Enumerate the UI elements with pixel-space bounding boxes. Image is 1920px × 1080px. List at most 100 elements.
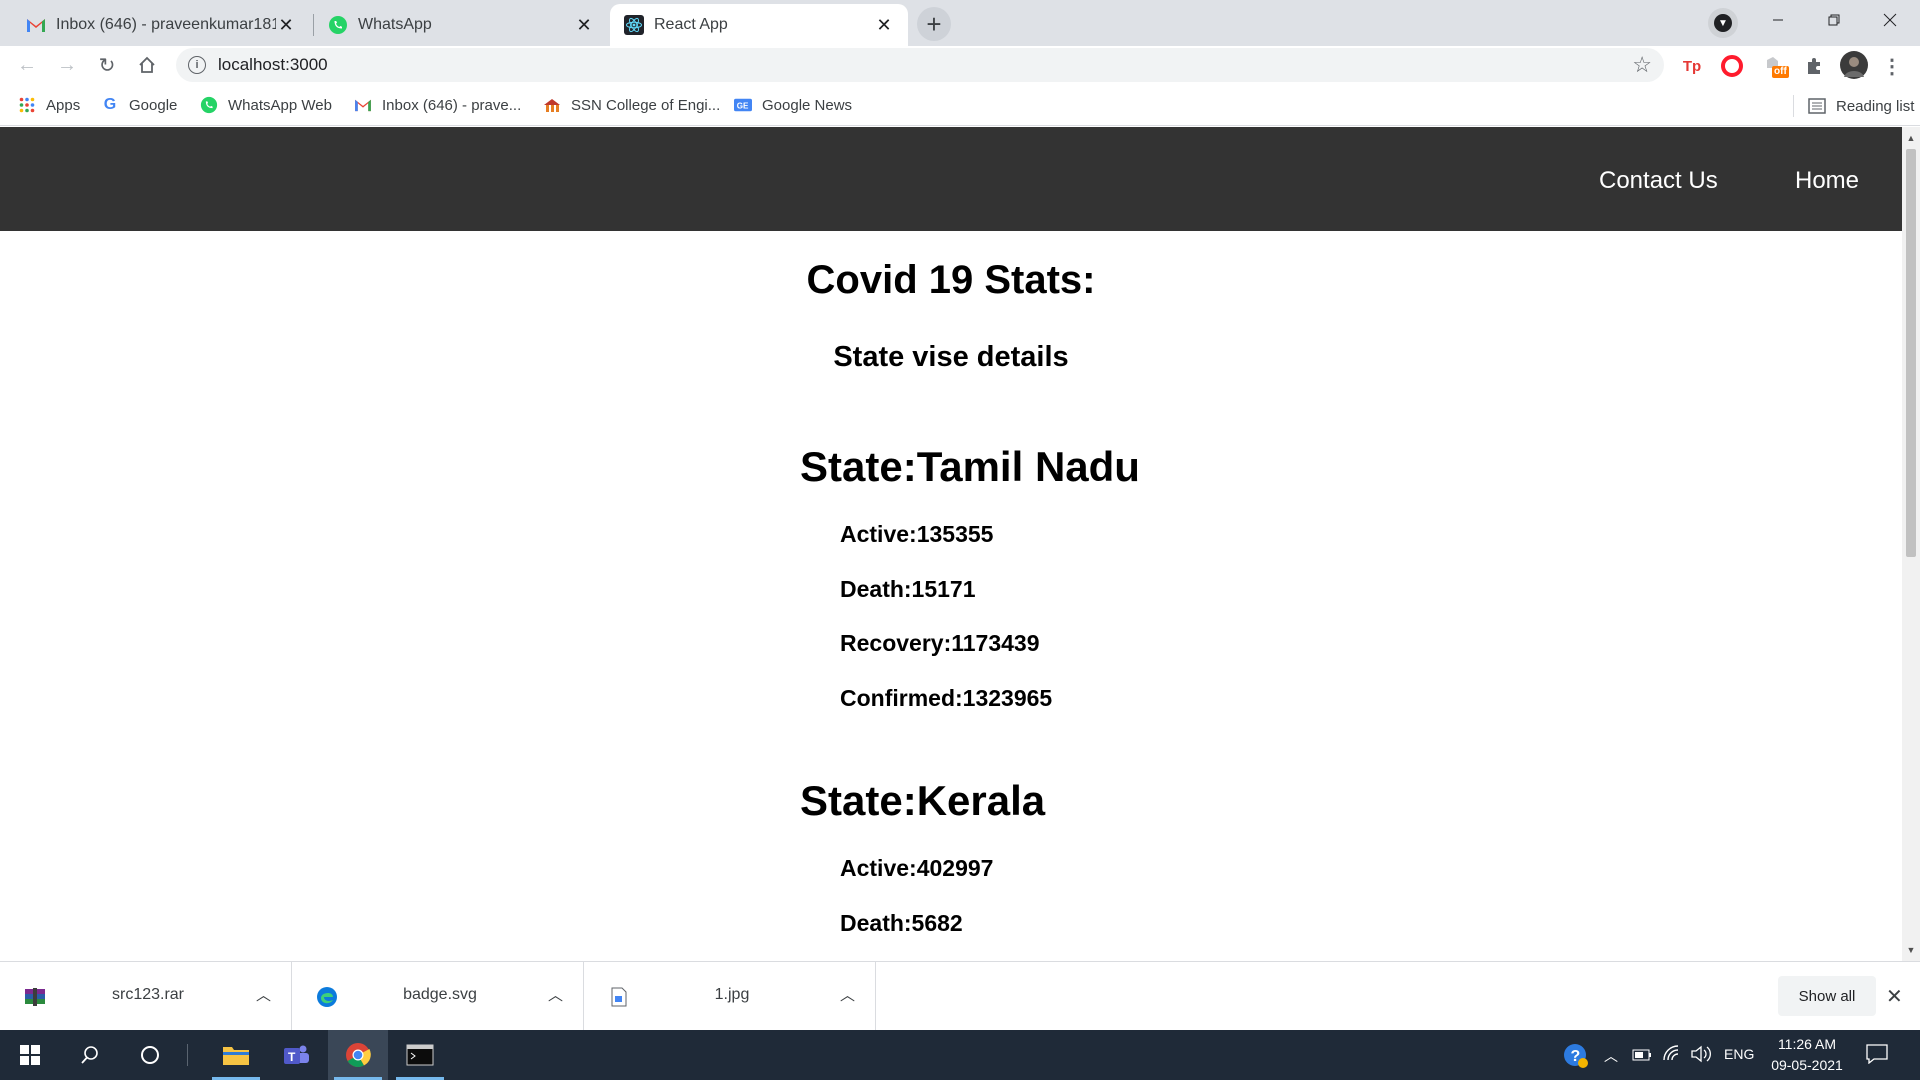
tab-gmail[interactable]: Inbox (646) - praveenkumar1811 ✕: [12, 4, 310, 46]
tp-extension-icon[interactable]: Tp: [1680, 54, 1704, 78]
google-icon: G: [103, 96, 117, 113]
download-item[interactable]: src123.rar ︿: [0, 962, 292, 1030]
menu-kebab-icon[interactable]: ⋮: [1880, 54, 1904, 78]
taskbar-chrome[interactable]: [328, 1030, 388, 1080]
stat-active: Active:402997: [840, 855, 994, 881]
bookmark-label: Google: [129, 96, 178, 114]
teams-icon: T: [284, 1045, 309, 1064]
bookmark-label: Google News: [762, 96, 853, 114]
reload-button[interactable]: ↻: [92, 50, 122, 80]
image-file-icon: [608, 986, 630, 1008]
bookmark-label: SSN College of Engi...: [571, 96, 721, 114]
close-tab-icon[interactable]: ✕: [574, 15, 594, 35]
stat-recovery: Recovery:1173439: [840, 630, 1040, 656]
bookmark-whatsapp-web[interactable]: WhatsApp Web: [200, 95, 332, 115]
battery-icon[interactable]: [1632, 1048, 1652, 1064]
opera-extension-icon[interactable]: [1720, 54, 1744, 78]
page-scrollbar[interactable]: ▲ ▼: [1902, 127, 1920, 961]
start-button[interactable]: [0, 1030, 60, 1080]
tab-search-button[interactable]: ▼: [1708, 8, 1738, 38]
address-bar[interactable]: i localhost:3000 ☆: [176, 48, 1664, 82]
google-news-icon: GE: [734, 96, 752, 114]
extensions-puzzle-icon[interactable]: [1802, 54, 1826, 78]
close-window-button[interactable]: [1862, 0, 1918, 40]
forward-button[interactable]: →: [52, 50, 82, 80]
divider: [1793, 95, 1794, 117]
restore-button[interactable]: [1806, 0, 1862, 40]
download-filename: badge.svg: [403, 986, 477, 1003]
download-filename: 1.jpg: [714, 986, 750, 1003]
close-icon: [1883, 13, 1897, 27]
chevron-down-icon: ▼: [1714, 14, 1732, 32]
bookmark-ssn[interactable]: SSN College of Engi...: [543, 95, 720, 115]
download-shelf: src123.rar ︿ badge.svg ︿ 1.jpg ︿ Show al…: [0, 961, 1920, 1030]
honey-extension-icon[interactable]: off: [1760, 54, 1790, 78]
chevron-up-icon[interactable]: ︿: [256, 984, 271, 1005]
search-icon: [81, 1046, 98, 1064]
scroll-down-icon[interactable]: ▼: [1906, 945, 1916, 955]
close-icon[interactable]: ✕: [1886, 984, 1903, 1009]
chevron-up-icon[interactable]: ︿: [840, 984, 855, 1005]
forward-arrow-icon: →: [57, 53, 77, 76]
browser-toolbar: ← → ↻ i localhost:3000 ☆ Tp off ⋮: [0, 46, 1920, 84]
tab-react-app[interactable]: React App ✕: [610, 4, 908, 46]
scroll-up-icon[interactable]: ▲: [1906, 133, 1916, 143]
bookmark-label: WhatsApp Web: [228, 96, 332, 114]
restore-icon: [1828, 14, 1840, 26]
whatsapp-icon: [200, 96, 218, 114]
bookmark-google[interactable]: G Google: [101, 95, 178, 115]
wifi-icon[interactable]: [1662, 1044, 1682, 1065]
close-tab-icon[interactable]: ✕: [874, 15, 894, 35]
reading-list-button[interactable]: Reading list: [1793, 95, 1914, 117]
volume-icon[interactable]: [1690, 1044, 1712, 1067]
taskbar-teams[interactable]: T: [266, 1030, 326, 1080]
tab-whatsapp[interactable]: WhatsApp ✕: [314, 4, 608, 46]
terminal-icon: [406, 1044, 434, 1066]
page-viewport: Contact Us Home Covid 19 Stats: State vi…: [0, 127, 1902, 961]
svg-text:GE: GE: [737, 102, 749, 111]
stat-active: Active:135355: [840, 521, 994, 547]
taskbar-file-explorer[interactable]: [206, 1030, 266, 1080]
bookmark-apps[interactable]: Apps: [18, 95, 80, 115]
stat-death: Death:15171: [840, 576, 976, 602]
tab-title: React App: [654, 16, 728, 33]
stat-death: Death:5682: [840, 910, 963, 936]
nav-link-contact-us[interactable]: Contact Us: [1599, 167, 1718, 195]
show-hidden-icons-chevron-icon[interactable]: ︿: [1604, 1046, 1618, 1066]
home-button[interactable]: [132, 50, 162, 80]
new-tab-button[interactable]: +: [917, 7, 951, 41]
stat-confirmed: Confirmed:1323965: [840, 685, 1053, 711]
bookmark-inbox[interactable]: Inbox (646) - prave...: [354, 95, 521, 115]
chevron-up-icon[interactable]: ︿: [548, 984, 563, 1005]
download-item[interactable]: 1.jpg ︿: [584, 962, 876, 1030]
search-button[interactable]: [60, 1030, 120, 1080]
show-all-downloads-button[interactable]: Show all: [1778, 976, 1876, 1016]
scrollbar-thumb[interactable]: [1906, 149, 1916, 557]
folder-icon: [223, 1047, 249, 1065]
windows-icon: [20, 1045, 40, 1065]
back-button[interactable]: ←: [12, 50, 42, 80]
language-indicator[interactable]: ENG: [1724, 1046, 1754, 1062]
download-item[interactable]: badge.svg ︿: [292, 962, 584, 1030]
divider: [187, 1044, 188, 1066]
system-clock[interactable]: 11:26 AM 09-05-2021: [1766, 1034, 1848, 1076]
help-tray-icon[interactable]: ?: [1562, 1042, 1590, 1073]
profile-avatar[interactable]: [1840, 51, 1868, 79]
clock-time: 11:26 AM: [1777, 1036, 1837, 1052]
tab-title: Inbox (646) - praveenkumar1811: [56, 16, 276, 33]
cortana-button[interactable]: [120, 1030, 180, 1080]
bookmark-label: Apps: [46, 96, 81, 114]
site-info-icon[interactable]: i: [188, 56, 206, 74]
bookmark-google-news[interactable]: GE Google News: [734, 95, 852, 115]
taskbar-terminal[interactable]: [390, 1030, 450, 1080]
nav-link-home[interactable]: Home: [1795, 167, 1859, 195]
reading-list-label: Reading list: [1836, 97, 1915, 115]
screen: Inbox (646) - praveenkumar1811 ✕ WhatsAp…: [0, 0, 1920, 1080]
notification-center-icon[interactable]: [1866, 1044, 1888, 1067]
bookmark-star-icon[interactable]: ☆: [1632, 52, 1652, 78]
ssn-icon: [543, 96, 561, 114]
close-tab-icon[interactable]: ✕: [276, 15, 296, 35]
back-arrow-icon: ←: [17, 53, 37, 76]
minimize-button[interactable]: [1750, 0, 1806, 40]
plus-icon: +: [926, 8, 942, 39]
